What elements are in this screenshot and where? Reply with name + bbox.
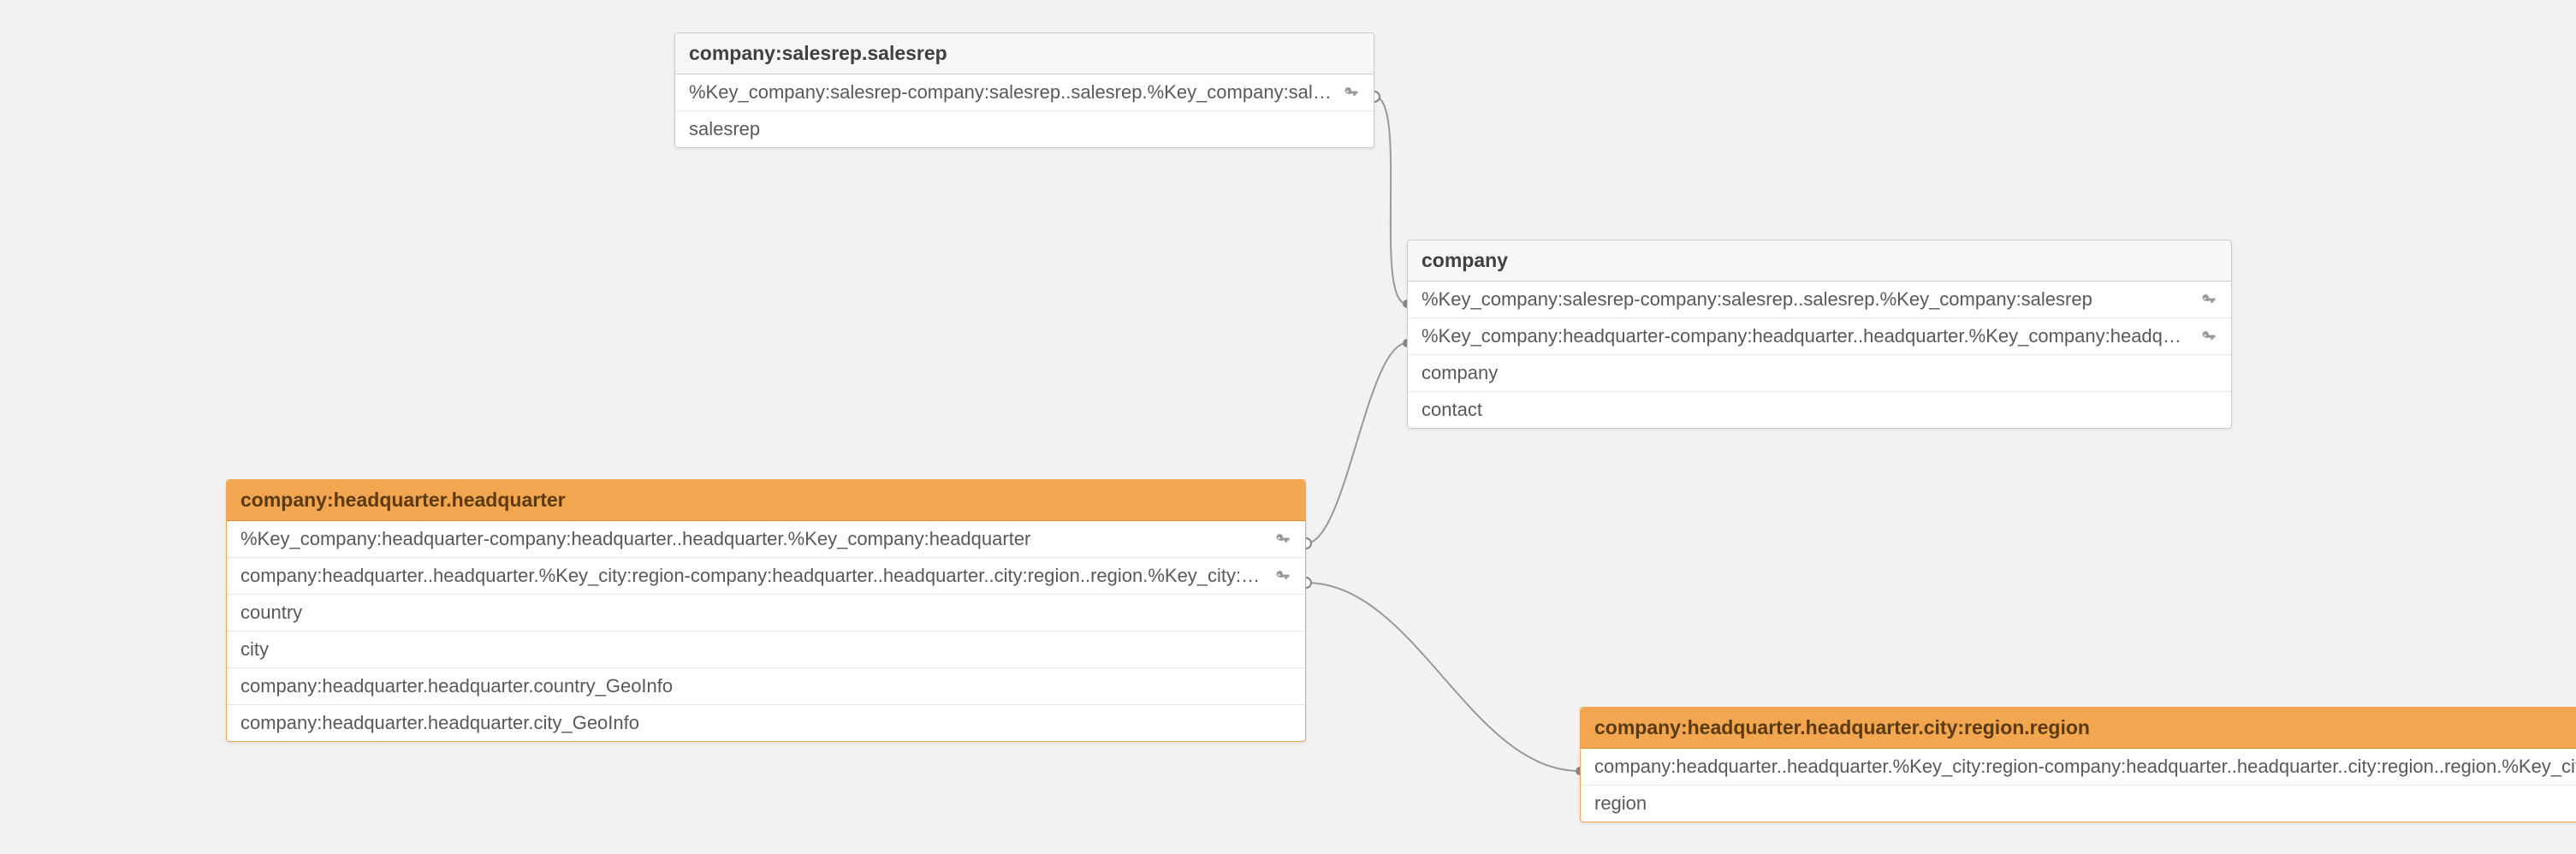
table-company[interactable]: company %Key_company:salesrep-company:sal… <box>1407 240 2232 429</box>
key-icon <box>2200 291 2217 308</box>
table-field-row[interactable]: contact <box>1408 392 2231 428</box>
field-label: %Key_company:headquarter-company:headqua… <box>240 528 1266 550</box>
connector-line <box>1374 97 1407 304</box>
key-icon <box>1274 567 1291 584</box>
table-field-row[interactable]: city <box>227 632 1305 668</box>
field-label: city <box>240 638 1291 661</box>
table-header[interactable]: company:headquarter.headquarter.city:reg… <box>1581 708 2576 749</box>
key-icon <box>2200 328 2217 345</box>
table-field-row[interactable]: country <box>227 595 1305 632</box>
table-field-row[interactable]: salesrep <box>675 111 1374 147</box>
field-label: %Key_company:salesrep-company:salesrep..… <box>1422 288 2192 311</box>
table-field-row[interactable]: company:headquarter..headquarter.%Key_ci… <box>1581 749 2576 786</box>
table-headquarter[interactable]: company:headquarter.headquarter %Key_comp… <box>226 479 1306 742</box>
table-field-row[interactable]: %Key_company:headquarter-company:headqua… <box>1408 318 2231 355</box>
field-label: %Key_company:salesrep-company:salesrep..… <box>689 81 1334 104</box>
field-label: contact <box>1422 399 2217 421</box>
field-label: company:headquarter..headquarter.%Key_ci… <box>1594 756 2576 778</box>
field-label: company:headquarter.headquarter.city_Geo… <box>240 712 1291 734</box>
table-header[interactable]: company:salesrep.salesrep <box>675 33 1374 74</box>
table-field-row[interactable]: company:headquarter.headquarter.country_… <box>227 668 1305 705</box>
field-label: company:headquarter..headquarter.%Key_ci… <box>240 565 1266 587</box>
table-field-row[interactable]: company:headquarter..headquarter.%Key_ci… <box>227 558 1305 595</box>
field-label: %Key_company:headquarter-company:headqua… <box>1422 325 2192 347</box>
table-region[interactable]: company:headquarter.headquarter.city:reg… <box>1580 707 2576 822</box>
field-label: country <box>240 602 1291 624</box>
table-header[interactable]: company:headquarter.headquarter <box>227 480 1305 521</box>
table-field-row[interactable]: region <box>1581 786 2576 821</box>
connector-line <box>1306 583 1580 771</box>
table-salesrep[interactable]: company:salesrep.salesrep %Key_company:sa… <box>674 33 1374 148</box>
table-field-row[interactable]: %Key_company:salesrep-company:salesrep..… <box>1408 282 2231 318</box>
table-field-row[interactable]: company:headquarter.headquarter.city_Geo… <box>227 705 1305 741</box>
field-label: company <box>1422 362 2217 384</box>
table-header[interactable]: company <box>1408 240 2231 282</box>
table-field-row[interactable]: company <box>1408 355 2231 392</box>
key-icon <box>1274 531 1291 548</box>
connector-line <box>1306 343 1407 543</box>
key-icon <box>1343 84 1360 101</box>
field-label: region <box>1594 792 2576 815</box>
table-field-row[interactable]: %Key_company:headquarter-company:headqua… <box>227 521 1305 558</box>
table-field-row[interactable]: %Key_company:salesrep-company:salesrep..… <box>675 74 1374 111</box>
field-label: salesrep <box>689 118 1360 140</box>
field-label: company:headquarter.headquarter.country_… <box>240 675 1291 697</box>
